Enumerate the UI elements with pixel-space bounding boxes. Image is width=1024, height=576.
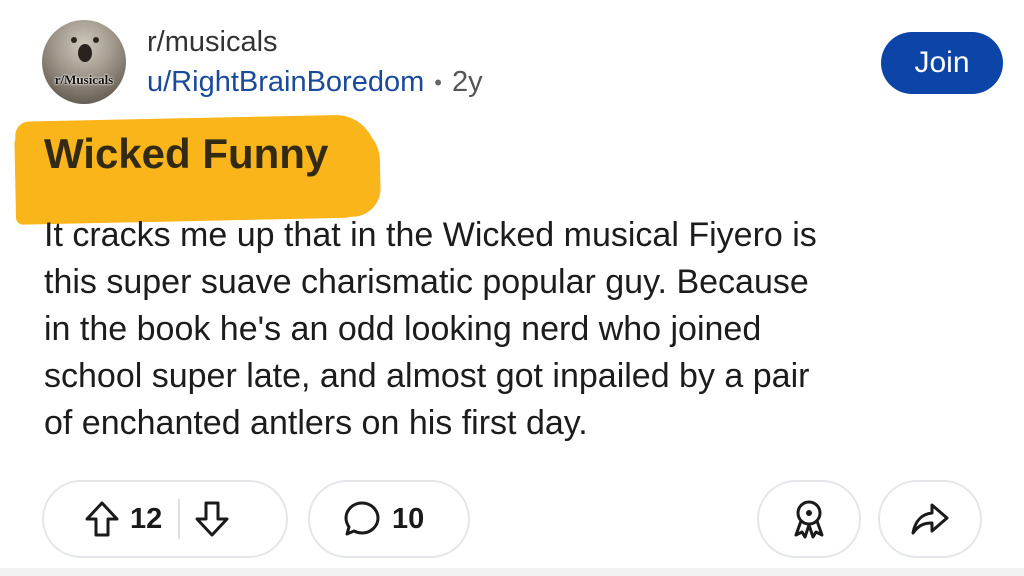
comment-bubble-icon — [342, 499, 382, 539]
vote-bar: 12 — [42, 480, 288, 558]
post-title[interactable]: Wicked Funny — [44, 130, 328, 178]
award-button[interactable] — [757, 480, 861, 558]
avatar-eye — [71, 37, 77, 43]
bottom-divider — [0, 568, 1024, 576]
downvote-arrow-icon[interactable] — [194, 500, 230, 538]
award-icon — [789, 498, 829, 540]
avatar-mouth — [78, 44, 92, 62]
post-body: It cracks me up that in the Wicked music… — [44, 216, 817, 442]
author-link[interactable]: u/RightBrainBoredom — [147, 66, 424, 99]
join-button[interactable]: Join — [881, 32, 1003, 94]
vote-score: 12 — [130, 502, 163, 535]
comment-count: 10 — [392, 502, 425, 535]
vote-divider — [178, 499, 181, 539]
share-button[interactable] — [878, 480, 982, 558]
subreddit-avatar[interactable]: r/Musicals — [42, 20, 126, 104]
avatar-label: r/Musicals — [54, 72, 114, 87]
subreddit-name[interactable]: r/musicals — [147, 26, 278, 59]
post-age: 2y — [451, 66, 483, 98]
upvote-arrow-icon[interactable] — [84, 500, 120, 538]
avatar-eye — [93, 37, 99, 43]
meta-separator: • — [434, 69, 442, 95]
post-meta: u/RightBrainBoredom • 2y — [147, 66, 483, 99]
share-arrow-icon — [910, 501, 950, 537]
comments-button[interactable]: 10 — [308, 480, 470, 558]
